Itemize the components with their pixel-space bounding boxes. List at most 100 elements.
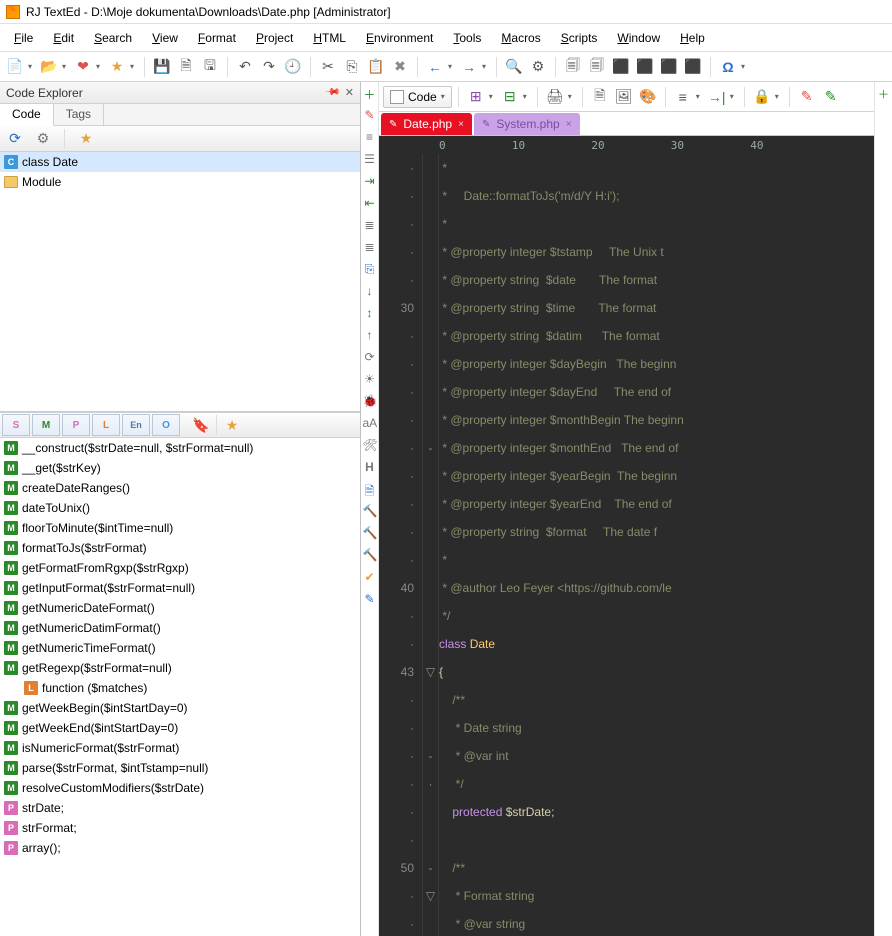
color-icon[interactable]: 🎨 [637, 86, 659, 108]
code-line[interactable]: * @property string $date The format [439, 266, 874, 294]
filter-l[interactable]: L [92, 414, 120, 436]
menu-html[interactable]: HTML [303, 27, 356, 49]
file-tab[interactable]: ✎Date.php× [381, 113, 472, 135]
method-row[interactable]: MgetWeekEnd($intStartDay=0) [0, 718, 360, 738]
tool2-icon[interactable]: ⬛ [682, 56, 704, 78]
refresh-icon[interactable]: ⟳ [4, 128, 26, 150]
edge-icon[interactable]: ≡ [363, 130, 377, 144]
edge-icon[interactable]: ≣ [363, 218, 377, 232]
menu-file[interactable]: File [4, 27, 43, 49]
filter-o[interactable]: O [152, 414, 180, 436]
star-icon[interactable]: ★ [75, 128, 97, 150]
favorites-icon[interactable]: ❤ [72, 56, 94, 78]
filter-en[interactable]: En [122, 414, 150, 436]
edge-icon[interactable]: 🔨 [363, 548, 377, 562]
method-row[interactable]: McreateDateRanges() [0, 478, 360, 498]
code-line[interactable]: */ [439, 770, 874, 798]
dropdown-icon[interactable]: ▾ [566, 92, 574, 101]
pin-icon[interactable]: 📌 [324, 84, 341, 101]
close-icon[interactable]: ✕ [345, 86, 354, 99]
code-line[interactable]: * @property integer $monthEnd The end of [439, 434, 874, 462]
method-row[interactable]: MgetFormatFromRgxp($strRgxp) [0, 558, 360, 578]
edge-icon[interactable]: 🔨 [363, 504, 377, 518]
paste-icon[interactable]: 📋 [365, 56, 387, 78]
edge-icon[interactable]: ✎ [363, 108, 377, 122]
code-line[interactable]: * [439, 210, 874, 238]
code-line[interactable]: * @property integer $yearEnd The end of [439, 490, 874, 518]
fold-marker[interactable]: - [423, 434, 438, 462]
dropdown-icon[interactable]: ▾ [94, 62, 102, 71]
edit2-icon[interactable]: ✎ [820, 86, 842, 108]
code-line[interactable]: * Format string [439, 882, 874, 910]
edge-icon[interactable]: ✎ [363, 592, 377, 606]
method-row[interactable]: M__construct($strDate=null, $strFormat=n… [0, 438, 360, 458]
method-row[interactable]: MgetNumericDateFormat() [0, 598, 360, 618]
code-line[interactable]: /** [439, 854, 874, 882]
tool-icon[interactable]: ⊞ [465, 86, 487, 108]
code-line[interactable]: * @var string [439, 910, 874, 936]
code-view-button[interactable]: Code▾ [383, 86, 452, 108]
edit-icon[interactable]: ✎ [796, 86, 818, 108]
fold-column[interactable]: -▽-·-▽ [423, 154, 439, 936]
nav-fwd-icon[interactable]: → [458, 56, 480, 78]
fold-marker[interactable]: ▽ [423, 882, 438, 910]
method-row[interactable]: MfloorToMinute($intTime=null) [0, 518, 360, 538]
fold-marker[interactable]: · [423, 770, 438, 798]
dropdown-icon[interactable]: ▾ [728, 92, 736, 101]
edge-icon[interactable]: 🔨 [363, 526, 377, 540]
code-line[interactable] [439, 826, 874, 854]
edge-icon[interactable]: ☀ [363, 372, 377, 386]
star-icon[interactable]: ★ [106, 56, 128, 78]
image-icon[interactable]: 🖼 [613, 86, 635, 108]
method-row[interactable]: MisNumericFormat($strFormat) [0, 738, 360, 758]
code-line[interactable]: * @property string $format The date f [439, 518, 874, 546]
edge-icon[interactable]: aA [363, 416, 377, 430]
method-row[interactable]: Parray(); [0, 838, 360, 858]
cut-icon[interactable]: ✂ [317, 56, 339, 78]
dropdown-icon[interactable]: ▾ [694, 92, 702, 101]
code-line[interactable]: * Date::formatToJs('m/d/Y H:i'); [439, 182, 874, 210]
fold-marker[interactable]: ▽ [423, 658, 438, 686]
fold-marker[interactable]: - [423, 854, 438, 882]
doc2-icon[interactable]: 🗐 [586, 56, 608, 78]
undo-icon[interactable]: ↶ [234, 56, 256, 78]
code-line[interactable]: * @property integer $yearBegin The begin… [439, 462, 874, 490]
code-content[interactable]: * * Date::formatToJs('m/d/Y H:i'); * * @… [439, 154, 874, 936]
menu-format[interactable]: Format [188, 27, 246, 49]
edge-icon[interactable]: ＋ [363, 86, 377, 100]
edge-icon[interactable]: ↓ [363, 284, 377, 298]
menu-environment[interactable]: Environment [356, 27, 443, 49]
open-file-icon[interactable]: 📂 [38, 56, 60, 78]
redo-icon[interactable]: ↷ [258, 56, 280, 78]
edge-icon[interactable]: H [363, 460, 377, 474]
edge-icon[interactable]: 🗎 [363, 482, 377, 496]
menu-tools[interactable]: Tools [443, 27, 491, 49]
edge-icon[interactable]: ☰ [363, 152, 377, 166]
diff-icon[interactable]: ⬛ [634, 56, 656, 78]
menu-view[interactable]: View [142, 27, 188, 49]
delete-icon[interactable]: ✖ [389, 56, 411, 78]
method-row[interactable]: MgetNumericTimeFormat() [0, 638, 360, 658]
tab-code[interactable]: Code [0, 104, 54, 126]
menu-macros[interactable]: Macros [491, 27, 550, 49]
filter-p[interactable]: P [62, 414, 90, 436]
compare-icon[interactable]: ⬛ [610, 56, 632, 78]
tree-row[interactable]: Module [0, 172, 360, 192]
lock-icon[interactable]: 🔒 [751, 86, 773, 108]
gear-icon[interactable]: ⚙ [32, 128, 54, 150]
doc-icon[interactable]: 🗐 [562, 56, 584, 78]
code-line[interactable]: * @var int [439, 742, 874, 770]
code-line[interactable]: * @property string $time The format [439, 294, 874, 322]
code-line[interactable]: * @property integer $monthBegin The begi… [439, 406, 874, 434]
bookmark-icon[interactable]: 🔖 [190, 414, 212, 436]
dropdown-icon[interactable]: ▾ [521, 92, 529, 101]
edge-icon[interactable]: ↑ [363, 328, 377, 342]
code-line[interactable]: * @author Leo Feyer <https://github.com/… [439, 574, 874, 602]
file-tab[interactable]: ✎System.php× [474, 113, 580, 135]
method-list[interactable]: M__construct($strDate=null, $strFormat=n… [0, 438, 360, 936]
exit-icon[interactable]: →| [706, 86, 728, 108]
code-line[interactable]: * @property integer $tstamp The Unix t [439, 238, 874, 266]
dropdown-icon[interactable]: ▾ [487, 92, 495, 101]
filter-s[interactable]: S [2, 414, 30, 436]
tree-row[interactable]: Cclass Date [0, 152, 360, 172]
